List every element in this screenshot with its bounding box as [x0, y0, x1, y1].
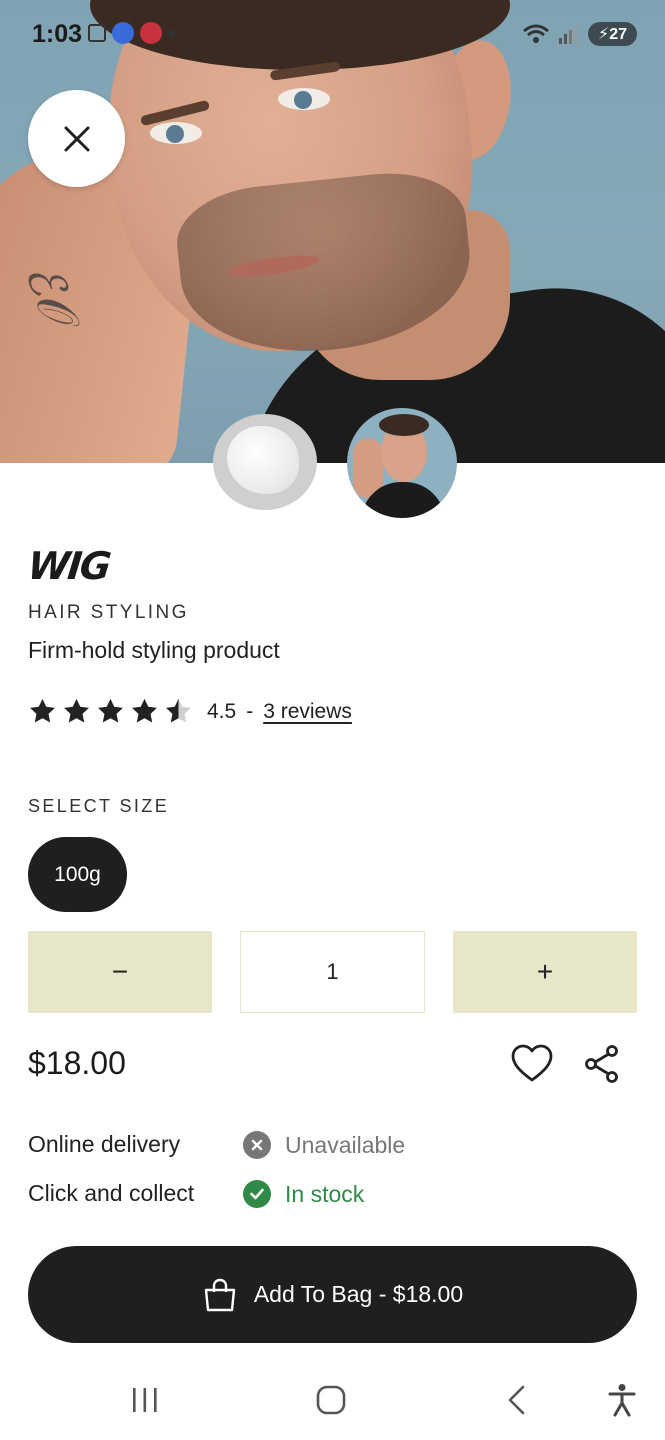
x-circle-icon [243, 1131, 271, 1159]
app-notification-icon [112, 22, 134, 44]
status-system-icons: ⚡27 [522, 22, 637, 46]
status-notification-icons [88, 22, 175, 44]
star-full-icon [30, 698, 55, 723]
rating-separator: - [246, 699, 254, 723]
brand-logo: WIG [25, 544, 112, 588]
heart-icon[interactable] [510, 1042, 554, 1086]
accessibility-icon [608, 1384, 636, 1417]
quantity-decrease-button[interactable]: − [28, 931, 212, 1013]
online-delivery-status: Unavailable [243, 1131, 405, 1159]
game-notification-icon [140, 22, 162, 44]
home-button[interactable] [311, 1380, 351, 1420]
product-description: Firm-hold styling product [28, 637, 280, 663]
close-button[interactable] [28, 90, 125, 187]
more-dot-icon [168, 29, 175, 37]
back-button[interactable] [497, 1380, 537, 1420]
close-icon [64, 126, 89, 151]
rating-stars [28, 697, 193, 726]
rating-value: 4.5 [207, 699, 237, 723]
click-and-collect-status: In stock [243, 1180, 364, 1208]
battery-indicator: ⚡27 [587, 22, 637, 46]
product-price: $18.00 [28, 1045, 126, 1081]
star-full-icon [98, 698, 123, 723]
click-and-collect-status-text: In stock [285, 1180, 365, 1207]
share-icon[interactable] [582, 1044, 622, 1084]
status-time: 1:03 [32, 20, 83, 48]
star-half-icon [166, 698, 191, 723]
wifi-icon [523, 24, 549, 43]
online-delivery-label: Online delivery [28, 1131, 181, 1157]
reviews-link[interactable]: 3 reviews [263, 700, 352, 724]
select-size-label: SELECT SIZE [28, 796, 170, 816]
accessibility-button[interactable] [602, 1380, 642, 1420]
system-navigation-bar [0, 1360, 665, 1440]
star-full-icon [132, 698, 157, 723]
product-thumbnail-model[interactable] [347, 408, 457, 518]
size-option-100g[interactable]: 100g [28, 837, 127, 912]
status-bar: 1:03 ⚡27 [0, 0, 665, 70]
product-category: HAIR STYLING [28, 602, 189, 623]
quantity-input[interactable] [240, 931, 425, 1013]
recent-apps-button[interactable] [125, 1380, 165, 1420]
star-full-icon [64, 698, 89, 723]
add-to-bag-button[interactable]: Add To Bag - $18.00 [28, 1246, 637, 1343]
screenshot-icon [88, 24, 106, 42]
signal-icon [558, 26, 577, 44]
online-delivery-status-text: Unavailable [285, 1131, 406, 1158]
home-icon [316, 1385, 346, 1415]
product-thumbnail-jar[interactable] [213, 414, 317, 510]
back-icon [508, 1385, 525, 1415]
click-and-collect-label: Click and collect [28, 1180, 195, 1206]
battery-level: 27 [609, 26, 627, 43]
add-to-bag-label: Add To Bag - $18.00 [253, 1281, 464, 1307]
product-rating: 4.5 - 3 reviews [28, 697, 352, 726]
shopping-bag-icon [204, 1278, 236, 1311]
recent-apps-icon [133, 1388, 157, 1412]
quantity-increase-button[interactable]: + [453, 931, 637, 1013]
check-circle-icon [243, 1180, 271, 1208]
